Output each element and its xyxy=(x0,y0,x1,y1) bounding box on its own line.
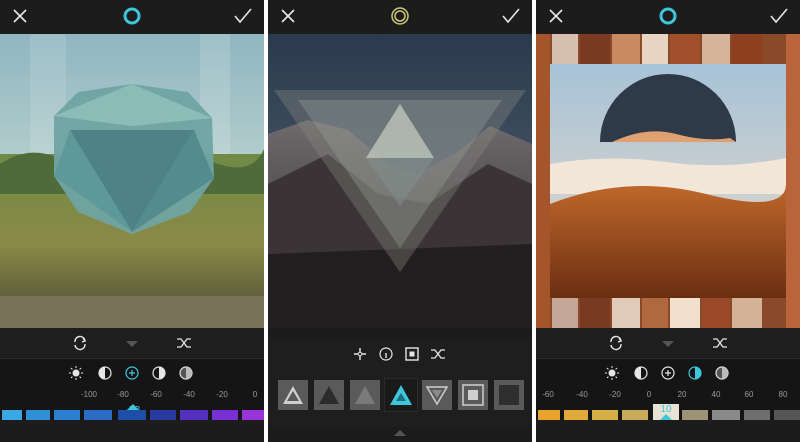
rotate-icon[interactable] xyxy=(608,335,624,351)
slider-pointer[interactable] xyxy=(127,404,139,410)
tool-row xyxy=(536,328,800,358)
move-icon[interactable] xyxy=(352,346,368,362)
filter-thumb-triangle-inverted[interactable] xyxy=(422,380,452,410)
swatch[interactable] xyxy=(538,410,560,420)
photo-canvas[interactable] xyxy=(536,34,800,328)
tick-label: -60 xyxy=(542,390,554,399)
contrast-icon[interactable] xyxy=(97,365,113,381)
shuffle-icon[interactable] xyxy=(430,346,446,362)
tick-label: 60 xyxy=(744,390,754,399)
add-circle-icon[interactable] xyxy=(124,365,140,381)
top-bar xyxy=(536,0,800,34)
swatch[interactable] xyxy=(26,410,50,420)
double-ring-icon xyxy=(391,7,409,25)
checkmark-icon[interactable] xyxy=(500,6,522,26)
chevron-down-icon[interactable] xyxy=(124,336,140,352)
swatch[interactable] xyxy=(180,410,208,420)
shuffle-icon[interactable] xyxy=(176,335,192,351)
swatch[interactable] xyxy=(592,410,618,420)
brightness-icon[interactable] xyxy=(604,365,620,381)
swatch[interactable] xyxy=(682,410,708,420)
editor-screen-1: -100 -80 -60 -40 -20 0 -73 xyxy=(0,0,264,442)
info-icon[interactable] xyxy=(378,346,394,362)
swatch[interactable] xyxy=(712,410,740,420)
filter-thumb-triangle-selected[interactable] xyxy=(384,378,418,412)
adjustment-row xyxy=(536,358,800,386)
ring-icon xyxy=(123,7,141,25)
brightness-icon[interactable] xyxy=(68,365,84,381)
swatch[interactable] xyxy=(54,410,80,420)
saturation-icon[interactable] xyxy=(151,365,167,381)
top-bar xyxy=(0,0,264,34)
filter-thumb-square-nested[interactable] xyxy=(458,380,488,410)
tick-label: 40 xyxy=(711,390,721,399)
close-icon[interactable] xyxy=(10,6,30,26)
photo-canvas[interactable] xyxy=(0,34,264,328)
swatch[interactable] xyxy=(774,410,800,420)
rotate-icon[interactable] xyxy=(72,335,88,351)
tick-label: -20 xyxy=(216,390,228,399)
tick-label: -80 xyxy=(117,390,129,399)
tool-row xyxy=(0,328,264,358)
add-circle-icon[interactable] xyxy=(660,365,676,381)
value-slider[interactable]: -100 -80 -60 -40 -20 0 -73 xyxy=(0,386,264,420)
swatch[interactable] xyxy=(212,410,238,420)
tick-label: -40 xyxy=(183,390,195,399)
photo-canvas[interactable] xyxy=(268,34,532,328)
filter-thumb-triangle-dark[interactable] xyxy=(314,380,344,410)
tick-label: 0 xyxy=(252,390,258,399)
tick-label: -60 xyxy=(150,390,162,399)
adjustment-row xyxy=(0,358,264,386)
swatch[interactable] xyxy=(2,410,22,420)
close-icon[interactable] xyxy=(278,6,298,26)
close-icon[interactable] xyxy=(546,6,566,26)
checkmark-icon[interactable] xyxy=(768,6,790,26)
tick-label: 80 xyxy=(778,390,788,399)
swatch[interactable] xyxy=(84,410,112,420)
filter-strip xyxy=(268,368,532,426)
swatch[interactable] xyxy=(150,410,176,420)
slider-pointer[interactable] xyxy=(660,414,672,420)
saturation-icon[interactable] xyxy=(687,365,703,381)
ring-icon xyxy=(659,7,677,25)
checkmark-icon[interactable] xyxy=(232,6,254,26)
chevron-down-icon[interactable] xyxy=(660,336,676,352)
tool-row xyxy=(268,340,532,368)
filter-thumb-triangle-outline[interactable] xyxy=(278,380,308,410)
filter-thumb-square-dark[interactable] xyxy=(494,380,524,410)
tick-label: -40 xyxy=(576,390,588,399)
swatch[interactable] xyxy=(242,410,264,420)
tick-label: -20 xyxy=(609,390,621,399)
swatch[interactable] xyxy=(118,410,146,420)
fade-icon[interactable] xyxy=(178,365,194,381)
top-bar xyxy=(268,0,532,34)
expand-icon[interactable] xyxy=(394,430,406,436)
tick-label: -100 xyxy=(80,390,98,399)
shuffle-icon[interactable] xyxy=(712,335,728,351)
editor-screen-2 xyxy=(268,0,532,442)
value-slider[interactable]: -60 -40 -20 0 20 40 60 80 10 xyxy=(536,386,800,420)
tick-label: 0 xyxy=(646,390,652,399)
swatch[interactable] xyxy=(744,410,770,420)
fade-icon[interactable] xyxy=(714,365,730,381)
contrast-icon[interactable] xyxy=(633,365,649,381)
swatch[interactable] xyxy=(564,410,588,420)
filter-thumb-triangle-light[interactable] xyxy=(350,380,380,410)
swatch[interactable] xyxy=(622,410,648,420)
frame-icon[interactable] xyxy=(404,346,420,362)
tick-label: 20 xyxy=(677,390,687,399)
editor-screen-3: -60 -40 -20 0 20 40 60 80 10 xyxy=(536,0,800,442)
